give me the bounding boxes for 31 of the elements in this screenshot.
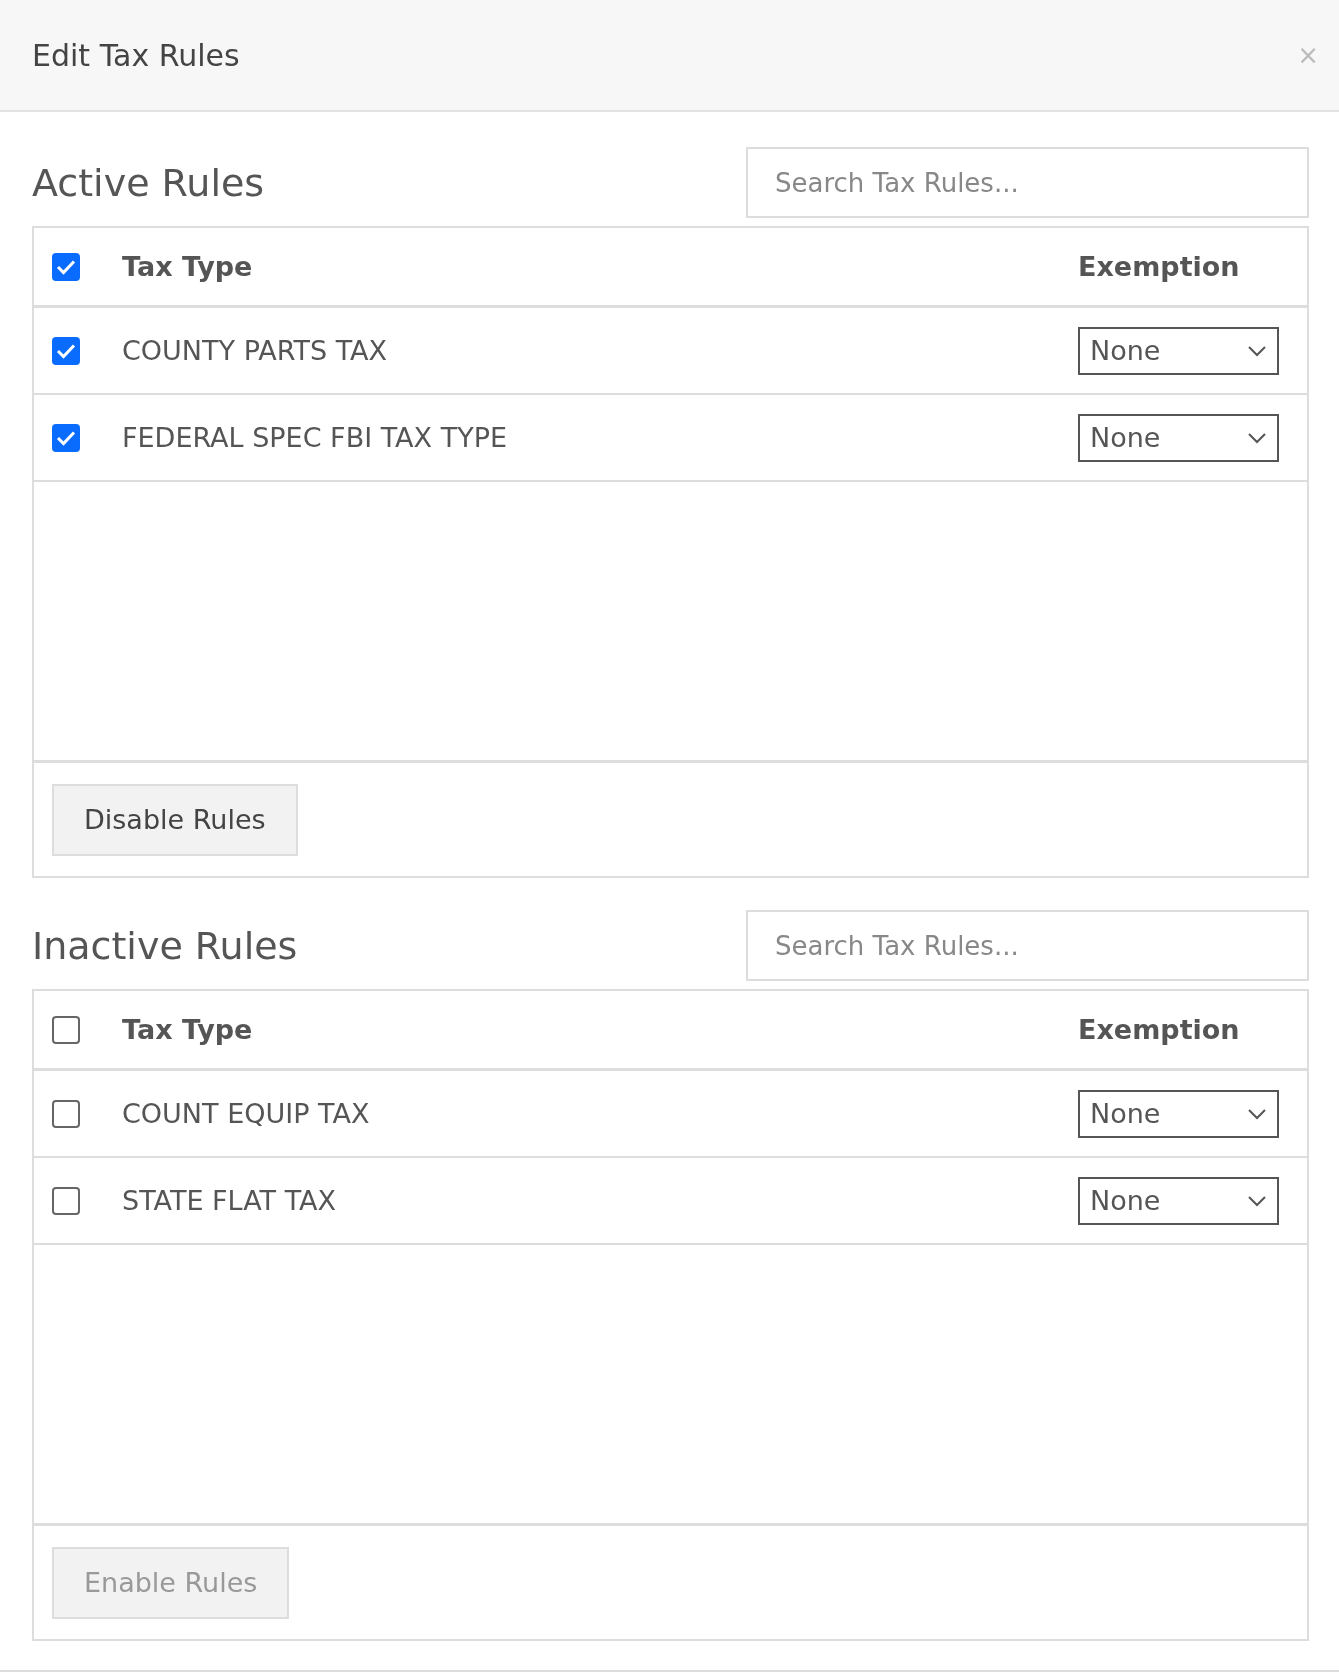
column-header: Tax Type — [122, 251, 253, 282]
row-checkbox[interactable] — [52, 423, 80, 452]
tax-type-text: STATE FLAT TAX — [122, 1185, 337, 1216]
chevron-down-icon — [1247, 1107, 1267, 1120]
tax-type-text: FEDERAL SPEC FBI TAX TYPE — [122, 422, 507, 453]
search-field[interactable]: Search Tax Rules... — [746, 910, 1309, 981]
row-checkbox[interactable] — [52, 336, 80, 365]
section-title: Inactive Rules — [32, 923, 298, 968]
checkmark-icon — [56, 258, 76, 275]
search-field[interactable]: Search Tax Rules... — [746, 147, 1309, 218]
column-header: Exemption — [1078, 1014, 1240, 1045]
tax-type-text: COUNT EQUIP TAX — [122, 1098, 370, 1129]
exemption-dropdown[interactable]: None — [1078, 326, 1279, 375]
select-all-checkbox[interactable] — [52, 252, 80, 281]
tax-type-text: COUNTY PARTS TAX — [122, 335, 388, 366]
row-checkbox[interactable] — [52, 1186, 80, 1215]
exemption-dropdown[interactable]: None — [1078, 1176, 1279, 1225]
dialog-title: Edit Tax Rules — [32, 37, 240, 73]
chevron-down-icon — [1247, 1194, 1267, 1207]
section-title: Active Rules — [32, 160, 265, 205]
select-all-checkbox[interactable] — [52, 1015, 80, 1044]
checkmark-icon — [56, 342, 76, 359]
action-button[interactable]: Disable Rules — [52, 783, 298, 856]
chevron-down-icon — [1247, 344, 1267, 357]
column-header: Exemption — [1078, 251, 1240, 282]
chevron-down-icon — [1247, 431, 1267, 444]
column-header: Tax Type — [122, 1014, 253, 1045]
checkmark-icon — [56, 429, 76, 446]
row-checkbox[interactable] — [52, 1099, 80, 1128]
exemption-dropdown[interactable]: None — [1078, 1089, 1279, 1138]
exemption-dropdown[interactable]: None — [1078, 413, 1279, 462]
